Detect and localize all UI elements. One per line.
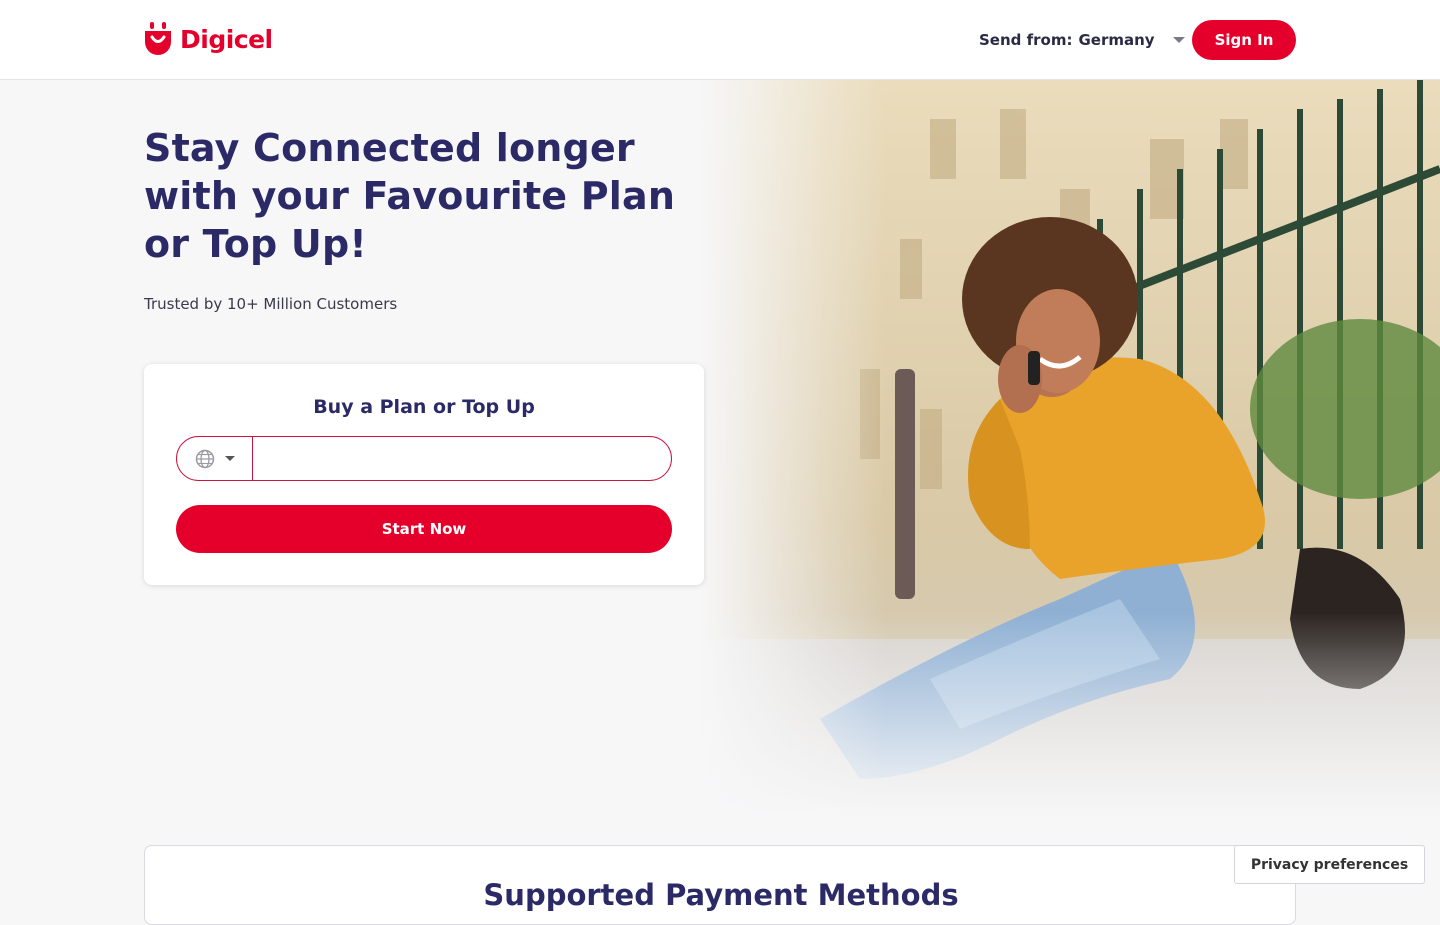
send-from-country: Germany <box>1078 31 1155 49</box>
phone-number-field <box>176 436 672 481</box>
hero-headline: Stay Connected longer with your Favourit… <box>144 126 676 266</box>
hero-photo <box>700 79 1440 819</box>
brand-name: Digicel <box>180 24 273 54</box>
digicel-logo[interactable]: Digicel <box>144 21 273 57</box>
site-header: Digicel Send from: Germany Sign In <box>0 0 1440 80</box>
send-from-label: Send from: <box>979 31 1073 49</box>
topup-card-title: Buy a Plan or Top Up <box>313 396 535 418</box>
digicel-logo-icon <box>145 22 171 55</box>
hero-subline: Trusted by 10+ Million Customers <box>144 295 398 313</box>
phone-number-input[interactable] <box>253 437 671 480</box>
woman-on-phone-photo <box>700 79 1440 819</box>
chevron-down-icon <box>224 456 235 461</box>
payment-methods-title: Supported Payment Methods <box>483 878 959 912</box>
payment-methods-section: Supported Payment Methods <box>144 845 1296 925</box>
chevron-down-icon <box>1172 37 1185 43</box>
topup-card: Buy a Plan or Top Up Start Now <box>144 364 704 585</box>
sign-in-button[interactable]: Sign In <box>1192 20 1296 60</box>
globe-icon <box>195 449 214 468</box>
start-now-button[interactable]: Start Now <box>176 505 672 553</box>
privacy-preferences-button[interactable]: Privacy preferences <box>1234 845 1425 884</box>
country-code-selector[interactable] <box>177 437 253 480</box>
send-from-selector[interactable]: Send from: Germany <box>979 29 1185 51</box>
